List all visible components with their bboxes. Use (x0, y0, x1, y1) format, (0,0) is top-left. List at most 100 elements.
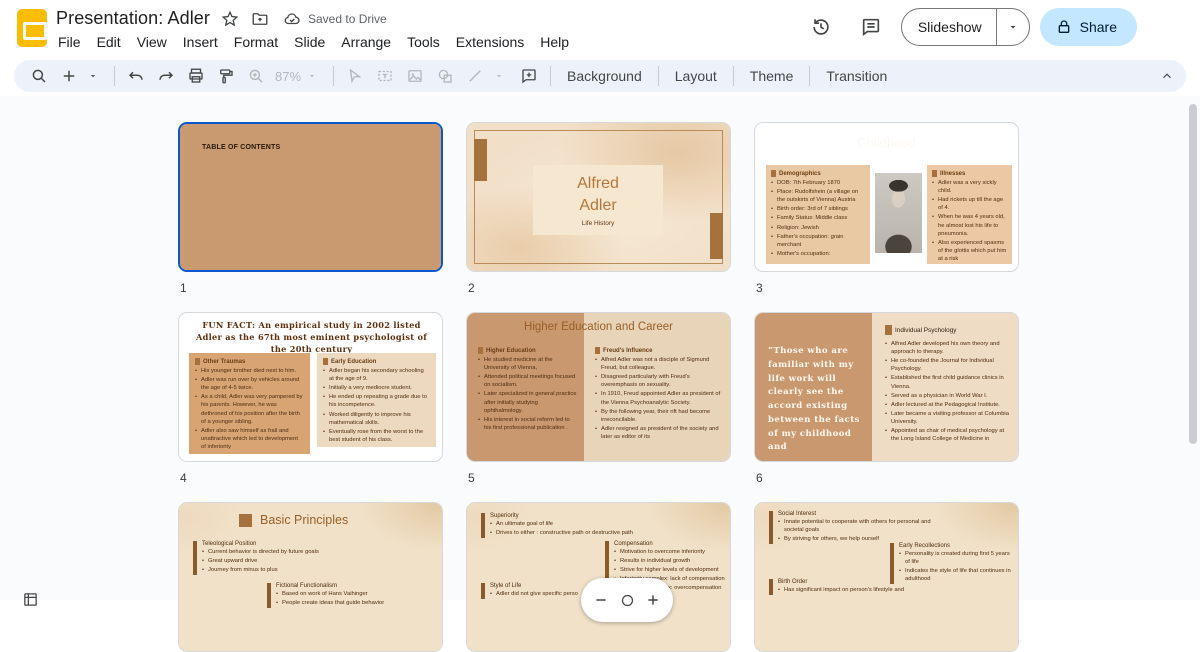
menu-tools[interactable]: Tools (399, 32, 448, 52)
bullet-item: DOB: 7th February 1870 (771, 179, 865, 187)
slide6-individual-psychology-box: Individual Psychology Alfred Adler devel… (885, 325, 1012, 444)
bullet-item: Had rickets up till the age of 4. (932, 196, 1007, 212)
zoom-out-button[interactable] (591, 590, 611, 610)
menu-help[interactable]: Help (532, 32, 577, 52)
slide4-early-education-list: Adler began his secondary schooling at t… (323, 367, 430, 444)
slide-number-6: 6 (756, 471, 763, 485)
grid-view-icon[interactable] (22, 591, 39, 605)
bullet-item: Results in individual growth (614, 557, 725, 565)
bullet-item: Great upward drive (202, 557, 373, 565)
theme-button[interactable]: Theme (740, 63, 804, 89)
menu-edit[interactable]: Edit (89, 32, 129, 52)
slide1-background: TABLE OF CONTENTS (180, 124, 441, 270)
insert-comment-icon[interactable] (516, 63, 542, 89)
line-dropdown[interactable] (486, 63, 512, 89)
paint-format-icon[interactable] (213, 63, 239, 89)
new-slide-dropdown[interactable] (80, 63, 106, 89)
menu-slide[interactable]: Slide (286, 32, 333, 52)
share-button[interactable]: Share (1040, 8, 1137, 46)
slide9-social-interest-list: Innate potential to cooperate with other… (778, 518, 949, 543)
slide-thumbnail-5[interactable]: Higher Education and Career Higher Educa… (466, 312, 731, 462)
zoom-in-button[interactable] (643, 590, 663, 610)
zoom-dropdown[interactable] (299, 63, 325, 89)
bullet-item: In 1910, Freud appointed Adler as presid… (595, 390, 723, 406)
slide7-teleological-list: Current behavior is directed by future g… (202, 548, 373, 574)
slide-thumbnail-2[interactable]: Alfred Adler Life History (466, 122, 731, 272)
move-folder-icon[interactable] (250, 9, 270, 29)
slide-thumbnail-7[interactable]: Basic Principles Teleological Position C… (178, 502, 443, 652)
menu-view[interactable]: View (129, 32, 175, 52)
slide3-illnesses-list: Adler was a very sickly child.Had ricket… (932, 179, 1007, 263)
slideshow-dropdown[interactable] (997, 9, 1029, 45)
zoom-control-overlay (581, 578, 673, 622)
slide9-birth-order-section: Birth Order Has significant impact on pe… (769, 579, 939, 595)
slide2-accent-bar-left (474, 139, 487, 181)
bullet-item: Adler lectured at the Pedagogical Instit… (885, 401, 1012, 409)
bullet-square-icon (885, 325, 892, 335)
print-icon[interactable] (183, 63, 209, 89)
insert-shape-icon[interactable] (432, 63, 458, 89)
bullet-item: His interest in social reform led to his… (478, 416, 578, 432)
select-tool-icon[interactable] (342, 63, 368, 89)
slides-logo[interactable] (17, 9, 47, 47)
slide8-superiority-section: Superiority An ultimate goal of lifeDriv… (481, 513, 646, 538)
slide-number-3: 3 (756, 281, 763, 295)
bullet-item: Eventually rose from the worst to the be… (323, 428, 430, 444)
bullet-item: Established the first child guidance cli… (885, 374, 1012, 390)
zoom-in-icon[interactable] (243, 63, 269, 89)
bullet-item: Journey from minus to plus (202, 566, 373, 574)
bullet-item: Has significant impact on person's lifes… (778, 586, 939, 594)
slide-thumbnail-4[interactable]: FUN FACT: An empirical study in 2002 lis… (178, 312, 443, 462)
bullet-square-icon (323, 358, 328, 365)
zoom-reset-icon[interactable] (617, 590, 637, 610)
insert-line-icon[interactable] (462, 63, 488, 89)
menu-insert[interactable]: Insert (175, 32, 226, 52)
insert-image-icon[interactable] (402, 63, 428, 89)
bullet-item: People create ideas that guide behavior (276, 599, 427, 607)
slide5-freuds-influence-list: Alfred Adler was not a disciple of Sigmu… (595, 356, 723, 441)
slide-thumbnail-3[interactable]: Childhood Demographics DOB: 7th February… (754, 122, 1019, 272)
slide-thumbnail-6[interactable]: “Those who are familiar with my life wor… (754, 312, 1019, 462)
menu-extensions[interactable]: Extensions (448, 32, 532, 52)
slide-thumbnail-8[interactable]: Superiority An ultimate goal of lifeDriv… (466, 502, 731, 652)
bullet-item: Disagreed particularly with Freud's over… (595, 373, 723, 389)
slide-thumbnail-1[interactable]: TABLE OF CONTENTS (178, 122, 443, 272)
text-box-icon[interactable] (372, 63, 398, 89)
bullet-square-icon (478, 347, 483, 354)
new-slide-button[interactable] (56, 63, 82, 89)
undo-button[interactable] (123, 63, 149, 89)
bullet-item: Innate potential to cooperate with other… (778, 518, 949, 534)
star-icon[interactable] (220, 9, 240, 29)
slide3-demographics-box: Demographics DOB: 7th February 1870Place… (766, 165, 870, 264)
slide2-title: Alfred Adler (577, 173, 619, 216)
slide-thumbnail-9[interactable]: Social Interest Innate potential to coop… (754, 502, 1019, 652)
bullet-square-icon (771, 170, 776, 177)
version-history-icon[interactable] (801, 7, 841, 47)
slide-number-5: 5 (468, 471, 475, 485)
background-button[interactable]: Background (557, 63, 652, 89)
bullet-item: Later became a visiting professor at Col… (885, 410, 1012, 426)
menu-format[interactable]: Format (226, 32, 286, 52)
comments-icon[interactable] (851, 7, 891, 47)
saved-status[interactable]: Saved to Drive (282, 9, 387, 29)
slide7-title: Basic Principles (260, 513, 348, 527)
document-title[interactable]: Presentation: Adler (56, 8, 210, 29)
app-header: Presentation: Adler Saved to Drive File … (0, 0, 1200, 56)
transition-button[interactable]: Transition (816, 63, 897, 89)
menu-file[interactable]: File (50, 32, 89, 52)
redo-button[interactable] (153, 63, 179, 89)
vertical-scrollbar[interactable] (1189, 104, 1197, 444)
hide-menus-icon[interactable] (1160, 69, 1174, 83)
search-menus-icon[interactable] (26, 63, 52, 89)
bullet-item: When he was 4 years old, he almost lost … (932, 213, 1007, 237)
slide5-title: Higher Education and Career (467, 321, 730, 333)
menu-arrange[interactable]: Arrange (333, 32, 399, 52)
slideshow-button[interactable]: Slideshow (902, 9, 997, 45)
layout-button[interactable]: Layout (665, 63, 727, 89)
slide-number-4: 4 (180, 471, 187, 485)
bullet-square-icon (595, 347, 600, 354)
bullet-square-icon (932, 170, 937, 177)
bullet-item: An ultimate goal of life (490, 520, 646, 528)
toolbar: 87% Background Layout Theme Transition (14, 60, 1186, 92)
bullet-item: He co-founded the Journal for Individual… (885, 357, 1012, 373)
